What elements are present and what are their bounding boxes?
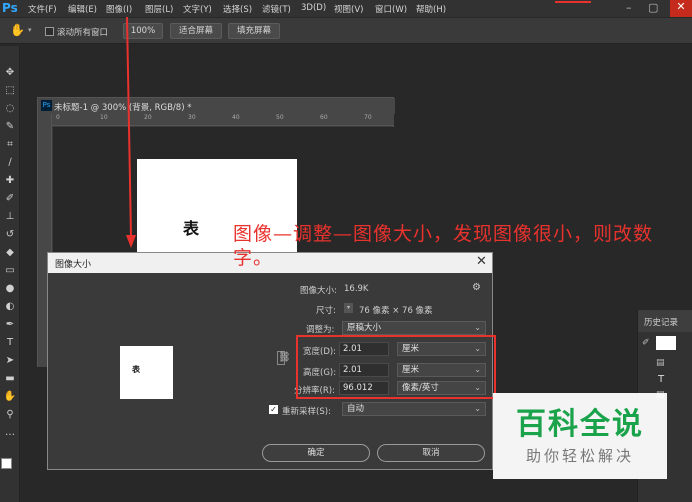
maximize-icon[interactable]: ▢ xyxy=(648,1,658,14)
brush-icon: ✐ xyxy=(642,338,650,348)
watermark-subtitle: 助你轻松解决 xyxy=(525,447,634,465)
foreground-color-swatch[interactable] xyxy=(1,458,12,469)
options-bar: ✋ ▾ 滚动所有窗口 100% 适合屏幕 填充屏幕 xyxy=(0,18,692,44)
resample-select[interactable]: 自动 ⌄ xyxy=(342,402,486,416)
fit-screen-button[interactable]: 适合屏幕 xyxy=(170,23,222,39)
ruler-mark: 10 xyxy=(100,114,108,121)
fit-to-select[interactable]: 原稿大小 ⌄ xyxy=(342,321,486,335)
image-size-value: 16.9K xyxy=(344,284,369,294)
gear-icon[interactable]: ⚙ xyxy=(472,282,481,293)
blur-tool-icon[interactable]: ● xyxy=(3,282,17,296)
ruler-mark: 40 xyxy=(232,114,240,121)
quick-select-icon[interactable]: ✎ xyxy=(3,120,17,134)
menu-layer[interactable]: 图层(L) xyxy=(145,3,173,15)
lasso-tool-icon[interactable]: ◌ xyxy=(3,102,17,116)
menu-edit[interactable]: 编辑(E) xyxy=(68,3,97,15)
dimensions-value: 76 像素 × 76 像素 xyxy=(359,306,433,316)
horizontal-ruler: 0 10 20 30 40 50 60 70 xyxy=(52,114,394,126)
fit-to-value: 原稿大小 xyxy=(347,323,382,333)
eraser-icon[interactable]: ◆ xyxy=(3,246,17,260)
chevron-down-icon: ⌄ xyxy=(474,323,481,332)
dodge-tool-icon[interactable]: ◐ xyxy=(3,300,17,314)
ruler-mark: 0 xyxy=(56,114,60,121)
chevron-down-icon: ⌄ xyxy=(474,404,481,413)
history-tab[interactable]: 历史记录 xyxy=(638,310,692,332)
annotation-highlight-box xyxy=(296,335,496,399)
fit-to-label: 调整为: xyxy=(306,325,335,335)
ruler-mark: 20 xyxy=(144,114,152,121)
eyedropper-icon[interactable]: ∕ xyxy=(3,156,17,170)
menu-select[interactable]: 选择(S) xyxy=(223,3,252,15)
move-tool-icon[interactable]: ✥ xyxy=(3,66,17,80)
scroll-all-label: 滚动所有窗口 xyxy=(57,28,109,38)
shape-tool-icon[interactable]: ▬ xyxy=(3,372,17,386)
fill-screen-button[interactable]: 填充屏幕 xyxy=(228,23,280,39)
minimize-icon[interactable]: – xyxy=(626,1,632,14)
menu-view[interactable]: 视图(V) xyxy=(334,3,363,15)
app-logo: Ps xyxy=(2,1,18,15)
menu-window[interactable]: 窗口(W) xyxy=(375,3,407,15)
menu-filter[interactable]: 滤镜(T) xyxy=(262,3,291,15)
history-item-icon[interactable]: ▤ xyxy=(656,358,665,368)
ruler-mark: 50 xyxy=(276,114,284,121)
dimensions-label: 尺寸: xyxy=(316,306,336,316)
zoom-tool-icon[interactable]: ⚲ xyxy=(3,408,17,422)
ruler-mark: 60 xyxy=(320,114,328,121)
preview-thumbnail[interactable]: 表 xyxy=(120,346,173,399)
hand-tool-icon[interactable]: ✋ xyxy=(10,23,25,37)
annotation-arrow xyxy=(126,17,136,248)
type-tool-icon[interactable]: T xyxy=(3,336,17,350)
gradient-icon[interactable]: ▭ xyxy=(3,264,17,278)
ruler-mark: 70 xyxy=(364,114,372,121)
menu-help[interactable]: 帮助(H) xyxy=(416,3,446,15)
hand-icon[interactable]: ✋ xyxy=(3,390,17,404)
ok-button[interactable]: 确定 xyxy=(262,444,370,462)
resample-checkbox[interactable]: ✓ xyxy=(269,405,278,414)
marquee-tool-icon[interactable]: ⬚ xyxy=(3,84,17,98)
dialog-title: 图像大小 xyxy=(55,260,92,270)
resample-label: 重新采样(S): xyxy=(282,407,331,417)
resample-value: 自动 xyxy=(347,404,365,414)
history-brush-icon[interactable]: ↺ xyxy=(3,228,17,242)
document-tab[interactable]: Ps 未标题-1 @ 300% (背景, RGB/8) * xyxy=(38,98,395,114)
link-constrain-icon[interactable]: ⛓ xyxy=(277,351,291,365)
menu-type[interactable]: 文字(Y) xyxy=(183,3,212,15)
tools-panel: ✥ ⬚ ◌ ✎ ⌗ ∕ ✚ ✐ ⊥ ↺ ◆ ▭ ● ◐ ✒ T ➤ ▬ ✋ ⚲ … xyxy=(0,46,20,502)
close-icon[interactable]: ✕ xyxy=(670,0,692,17)
menu-file[interactable]: 文件(F) xyxy=(28,3,57,15)
canvas-glyph: 表 xyxy=(183,219,200,238)
menu-3d[interactable]: 3D(D) xyxy=(301,3,326,13)
image-size-label: 图像大小: xyxy=(300,286,337,296)
more-tools-icon[interactable]: … xyxy=(3,426,17,440)
menu-image[interactable]: 图像(I) xyxy=(106,3,132,15)
healing-brush-icon[interactable]: ✚ xyxy=(3,174,17,188)
history-tab-label: 历史记录 xyxy=(644,318,679,328)
brush-tool-icon[interactable]: ✐ xyxy=(3,192,17,206)
watermark-title: 百科全说 xyxy=(516,407,644,442)
preview-glyph: 表 xyxy=(132,365,140,374)
ruler-mark: 30 xyxy=(188,114,196,121)
type-history-icon[interactable]: T xyxy=(658,374,664,385)
annotation-line xyxy=(555,1,591,3)
chevron-down-icon[interactable]: ▾ xyxy=(28,26,32,34)
pen-tool-icon[interactable]: ✒ xyxy=(3,318,17,332)
scroll-all-checkbox[interactable] xyxy=(45,27,54,36)
ps-doc-icon: Ps xyxy=(41,100,52,111)
stamp-tool-icon[interactable]: ⊥ xyxy=(3,210,17,224)
cancel-button[interactable]: 取消 xyxy=(377,444,485,462)
crop-tool-icon[interactable]: ⌗ xyxy=(3,138,17,152)
dimensions-dropdown[interactable]: ▾ xyxy=(344,303,353,313)
history-snapshot-thumb[interactable] xyxy=(656,336,676,350)
annotation-text: 图像—调整—图像大小，发现图像很小，则改数字。 xyxy=(233,223,654,269)
watermark: 百科全说 助你轻松解决 xyxy=(493,393,667,479)
path-select-icon[interactable]: ➤ xyxy=(3,354,17,368)
